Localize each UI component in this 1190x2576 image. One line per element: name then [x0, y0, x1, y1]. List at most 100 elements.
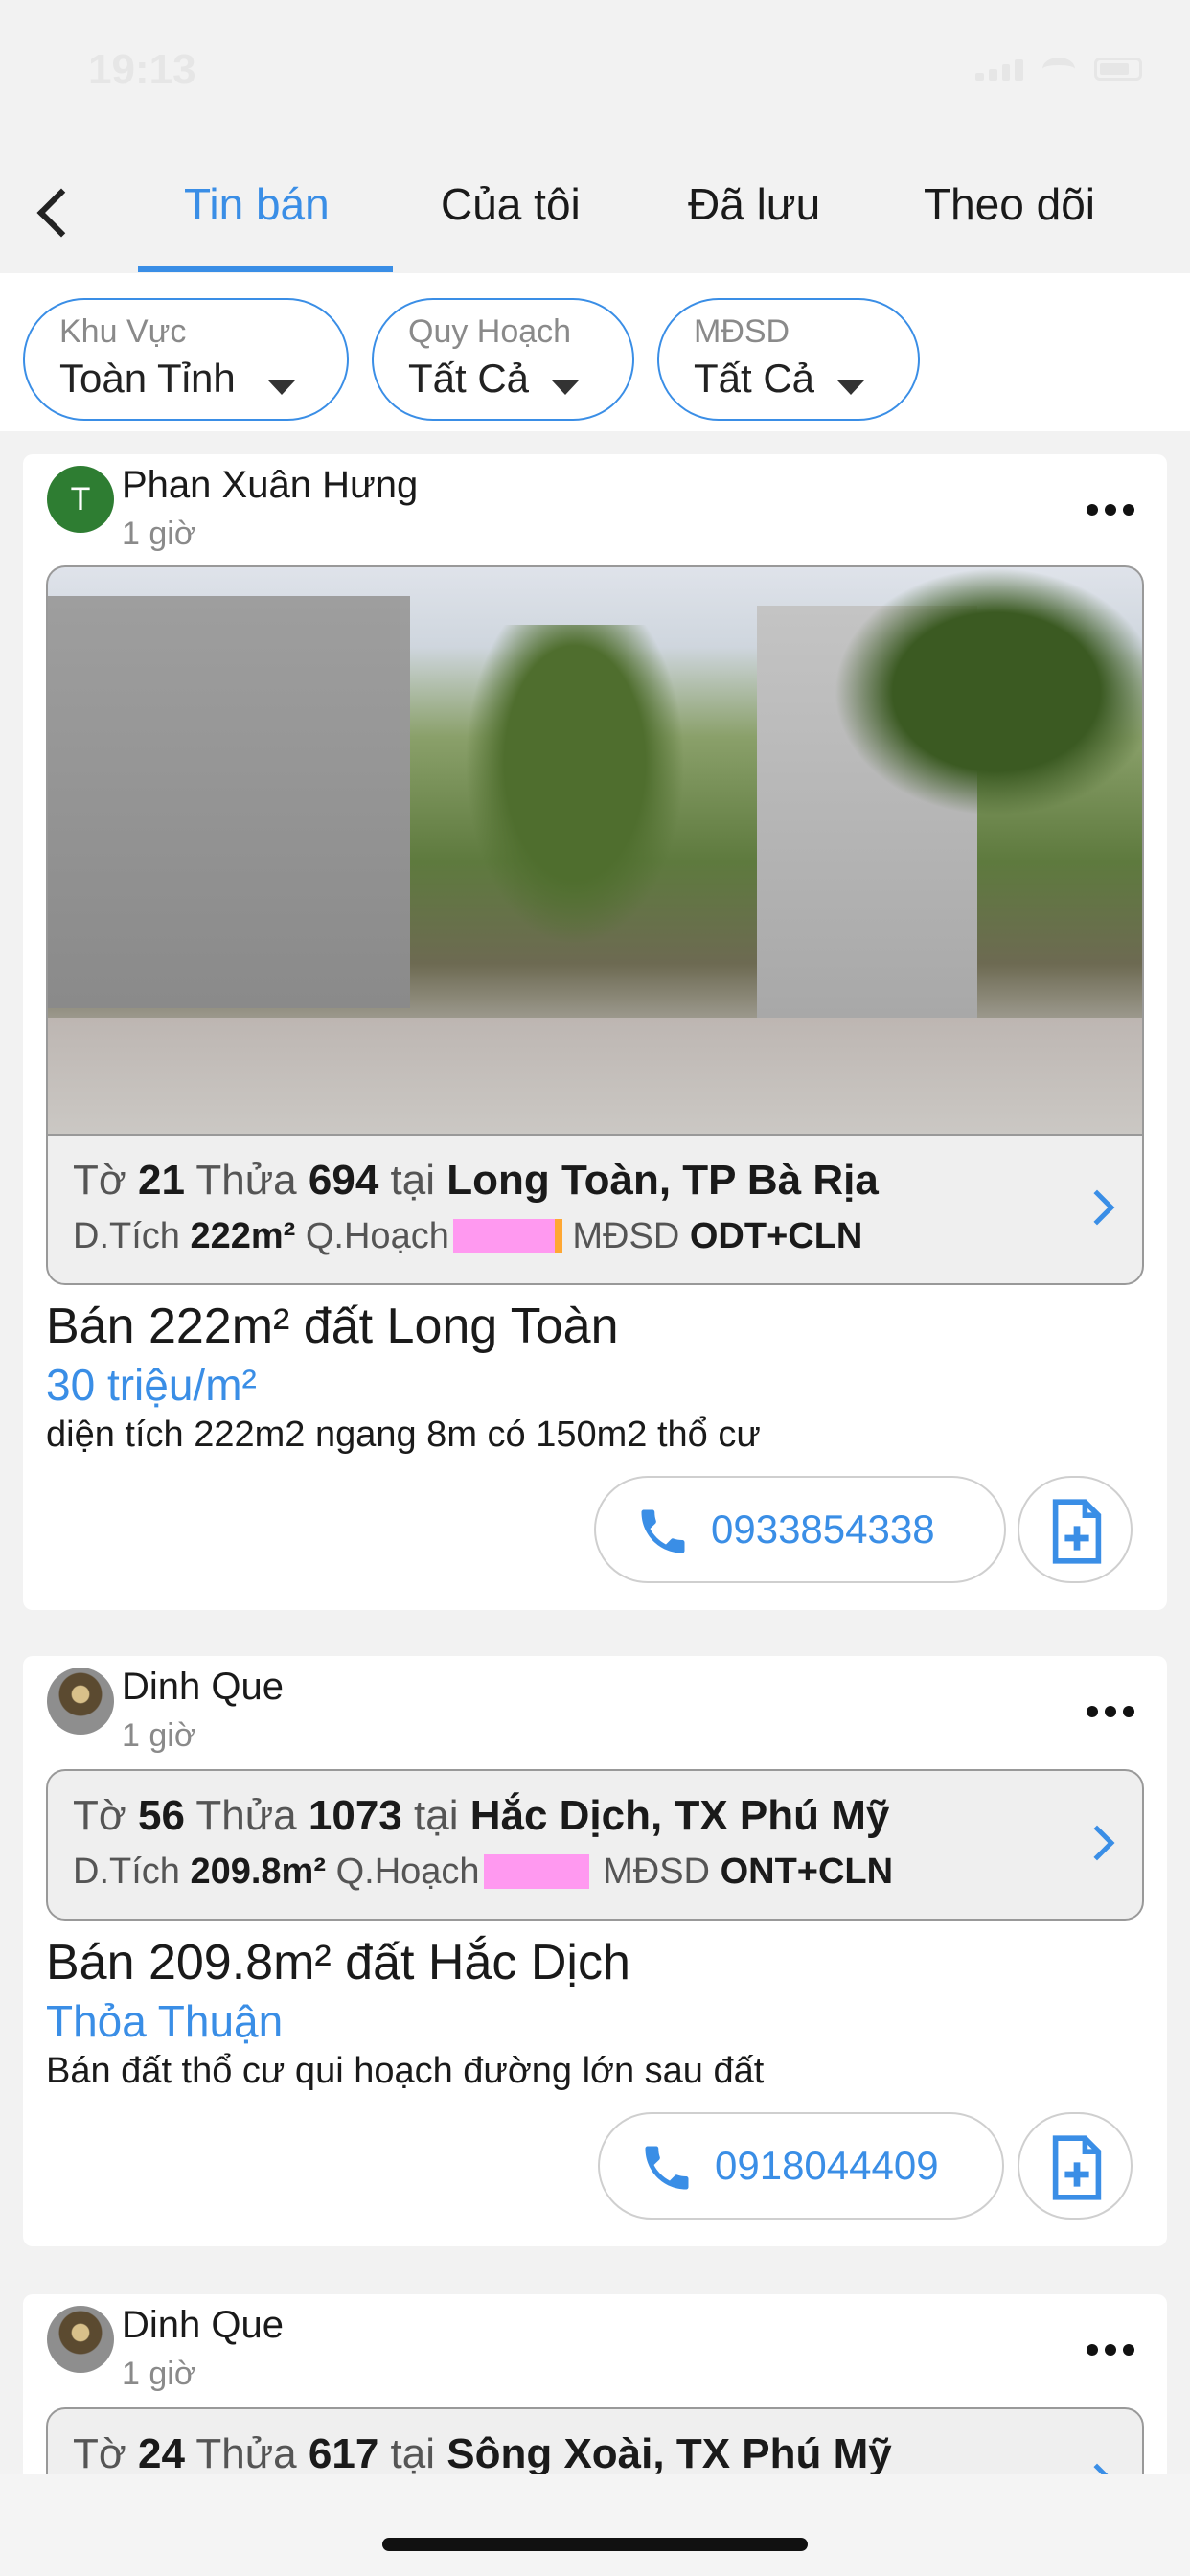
listing-price: Thỏa Thuận	[46, 1996, 284, 2046]
listing-card: T Phan Xuân Hưng 1 giờ Tờ 21 Thửa 694 tạ…	[23, 454, 1167, 1610]
status-bar: 19:13	[0, 0, 1190, 144]
tai-label: tại	[390, 1157, 436, 1204]
thua-number: 617	[308, 2430, 379, 2477]
parcel-info[interactable]: Tờ 56 Thửa 1073 tại Hắc Dịch, TX Phú Mỹ …	[46, 1769, 1144, 1920]
land-use-value: ODT+CLN	[689, 1216, 863, 1256]
signal-icon	[975, 58, 1023, 80]
more-options-icon[interactable]	[1087, 1706, 1134, 1717]
parcel-location: Hắc Dịch, TX Phú Mỹ	[469, 1792, 890, 1839]
phone-number: 0933854338	[711, 1506, 935, 1552]
area-value: 209.8m²	[190, 1852, 327, 1892]
add-document-icon	[1052, 2135, 1102, 2200]
add-document-button[interactable]	[1018, 2112, 1133, 2220]
thua-label: Thửa	[195, 2430, 297, 2477]
photo-wall-left	[48, 596, 410, 1008]
land-use-value: ONT+CLN	[720, 1852, 894, 1892]
parcel-line: Tờ 24 Thửa 617 tại Sông Xoài, TX Phú Mỹ	[73, 2430, 892, 2478]
bottom-safe-area	[0, 2474, 1190, 2576]
active-tab-indicator	[138, 266, 393, 272]
parcel-details: D.Tích 209.8m² Q.Hoạch MĐSD ONT+CLN	[73, 1852, 893, 1893]
filter-label: Quy Hoạch	[408, 313, 572, 350]
home-indicator[interactable]	[382, 2538, 808, 2551]
avatar[interactable]	[47, 1668, 114, 1735]
listing-card: Dinh Que 1 giờ Tờ 24 Thửa 617 tại Sông X…	[23, 2294, 1167, 2486]
add-document-button[interactable]	[1018, 1476, 1133, 1583]
caret-down-icon	[268, 380, 295, 395]
tai-label: tại	[414, 1792, 459, 1839]
phone-icon	[645, 2146, 689, 2190]
to-number: 21	[137, 1157, 185, 1204]
to-label: Tờ	[73, 1157, 126, 1204]
chevron-right-icon	[1079, 1825, 1115, 1861]
area-label: D.Tích	[73, 1216, 180, 1256]
area-value: 222m²	[190, 1216, 296, 1256]
area-label: D.Tích	[73, 1852, 180, 1892]
to-number: 56	[137, 1792, 185, 1839]
parcel-line: Tờ 56 Thửa 1073 tại Hắc Dịch, TX Phú Mỹ	[73, 1792, 889, 1840]
listing-description: Bán đất thổ cư qui hoạch đường lớn sau đ…	[46, 2051, 765, 2091]
parcel-location: Sông Xoài, TX Phú Mỹ	[446, 2430, 892, 2477]
land-use-label: MĐSD	[603, 1852, 710, 1892]
post-time: 1 giờ	[122, 1717, 196, 1754]
avatar[interactable]: T	[47, 466, 114, 533]
filter-value: Toàn Tỉnh	[59, 356, 236, 401]
land-use-label: MĐSD	[572, 1216, 680, 1256]
to-label: Tờ	[73, 2430, 126, 2477]
more-options-icon[interactable]	[1087, 504, 1134, 516]
phone-number: 0918044409	[715, 2143, 939, 2188]
chevron-right-icon	[1079, 1189, 1115, 1226]
tab-theo-doi[interactable]: Theo dõi	[924, 178, 1095, 230]
listing-price: 30 triệu/m²	[46, 1360, 257, 1410]
planning-swatch-edge	[554, 1219, 562, 1254]
battery-icon	[1094, 58, 1142, 80]
tab-da-luu[interactable]: Đã lưu	[688, 178, 820, 230]
author-name[interactable]: Dinh Que	[122, 1666, 284, 1709]
planning-swatch	[483, 1854, 589, 1889]
listing-card: Dinh Que 1 giờ Tờ 56 Thửa 1073 tại Hắc D…	[23, 1656, 1167, 2246]
planning-swatch	[452, 1219, 559, 1254]
listing-description: diện tích 222m2 ngang 8m có 150m2 thổ cư	[46, 1414, 761, 1455]
post-time: 1 giờ	[122, 2356, 196, 2392]
thua-label: Thửa	[195, 1157, 297, 1204]
photo-tree	[450, 625, 699, 970]
post-time: 1 giờ	[122, 516, 196, 552]
filter-label: MĐSD	[694, 313, 790, 350]
listing-title: Bán 209.8m² đất Hắc Dịch	[46, 1935, 630, 1990]
parcel-info[interactable]: Tờ 21 Thửa 694 tại Long Toàn, TP Bà Rịa …	[46, 1134, 1144, 1285]
to-label: Tờ	[73, 1792, 126, 1839]
parcel-location: Long Toàn, TP Bà Rịa	[446, 1157, 879, 1204]
status-icons	[975, 58, 1142, 80]
filter-bar: Khu Vực Toàn Tỉnh Quy Hoạch Tất Cả MĐSD …	[0, 273, 1190, 431]
listing-photo[interactable]	[46, 565, 1144, 1134]
status-time: 19:13	[88, 46, 196, 93]
filter-value: Tất Cả	[694, 356, 815, 401]
tai-label: tại	[390, 2430, 436, 2477]
tab-cua-toi[interactable]: Của tôi	[441, 178, 581, 230]
more-options-icon[interactable]	[1087, 2344, 1134, 2356]
phone-icon	[641, 1509, 685, 1553]
photo-tree-right	[834, 567, 1142, 816]
filter-label: Khu Vực	[59, 313, 187, 350]
thua-number: 694	[308, 1157, 379, 1204]
filter-quy-hoach[interactable]: Quy Hoạch Tất Cả	[372, 298, 634, 421]
author-name[interactable]: Dinh Que	[122, 2304, 284, 2347]
parcel-line: Tờ 21 Thửa 694 tại Long Toàn, TP Bà Rịa	[73, 1157, 879, 1205]
add-document-icon	[1052, 1499, 1102, 1564]
filter-khu-vuc[interactable]: Khu Vực Toàn Tỉnh	[23, 298, 349, 421]
tab-tin-ban[interactable]: Tin bán	[184, 178, 330, 230]
listing-title: Bán 222m² đất Long Toàn	[46, 1299, 619, 1354]
to-number: 24	[137, 2430, 185, 2477]
author-name[interactable]: Phan Xuân Hưng	[122, 464, 418, 507]
thua-number: 1073	[308, 1792, 402, 1839]
caret-down-icon	[552, 380, 579, 395]
avatar[interactable]	[47, 2306, 114, 2373]
thua-label: Thửa	[195, 1792, 297, 1839]
call-button[interactable]: 0918044409	[598, 2112, 1004, 2220]
filter-mdsd[interactable]: MĐSD Tất Cả	[657, 298, 920, 421]
caret-down-icon	[837, 380, 864, 395]
filter-value: Tất Cả	[408, 356, 530, 401]
back-icon[interactable]	[31, 182, 79, 240]
call-button[interactable]: 0933854338	[594, 1476, 1006, 1583]
planning-label: Q.Hoạch	[305, 1216, 449, 1256]
planning-label: Q.Hoạch	[335, 1852, 480, 1892]
